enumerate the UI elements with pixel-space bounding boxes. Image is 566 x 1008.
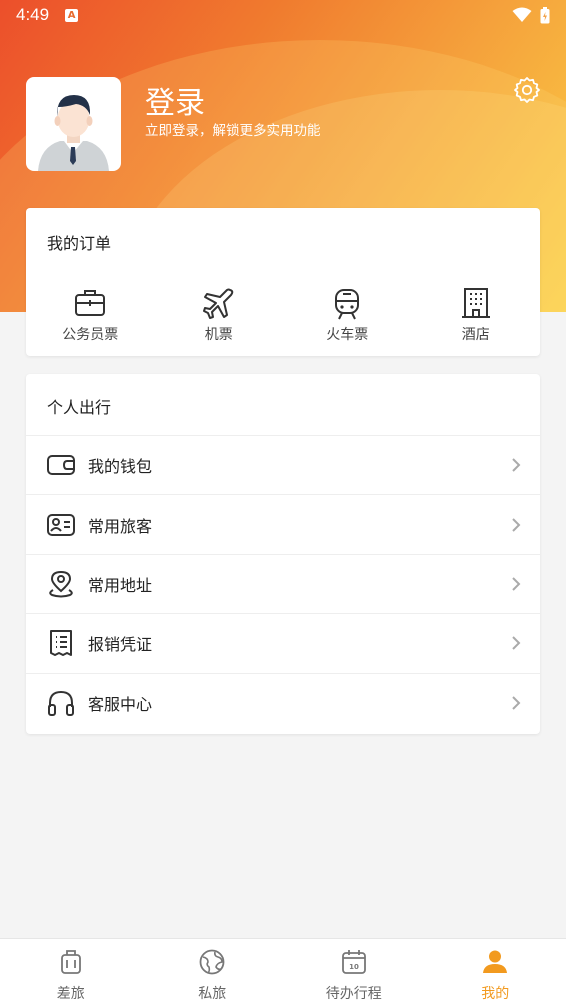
order-label: 火车票 bbox=[326, 327, 369, 343]
order-label: 公务员票 bbox=[62, 327, 119, 343]
order-item-official-ticket[interactable]: 公务员票 bbox=[26, 286, 155, 344]
tab-business-travel[interactable]: 差旅 bbox=[0, 939, 142, 1008]
bottom-tab-bar: 差旅 私旅 10 待办行程 我的 bbox=[0, 938, 566, 1008]
orders-card: 我的订单 公务员票 机票 火车票 酒店 bbox=[26, 208, 540, 356]
calendar-date: 10 bbox=[349, 963, 359, 971]
chevron-right-icon bbox=[512, 458, 521, 472]
list-item-wallet[interactable]: 我的钱包 bbox=[26, 435, 540, 494]
calendar-icon: 10 bbox=[341, 950, 366, 974]
list-item-receipts[interactable]: 报销凭证 bbox=[26, 613, 540, 672]
tab-label: 差旅 bbox=[56, 986, 85, 1002]
airplane-icon bbox=[202, 288, 234, 319]
luggage-icon bbox=[60, 950, 81, 974]
hotel-icon bbox=[461, 288, 490, 318]
order-label: 酒店 bbox=[461, 327, 490, 343]
tab-label: 待办行程 bbox=[325, 986, 382, 1002]
battery-icon bbox=[540, 6, 550, 23]
settings-button[interactable] bbox=[512, 75, 542, 105]
personal-card: 个人出行 我的钱包 常用旅客 常用地址 报销凭证 客服中心 bbox=[26, 374, 540, 734]
list-item-address[interactable]: 常用地址 bbox=[26, 553, 540, 613]
list-item-travelers[interactable]: 常用旅客 bbox=[26, 494, 540, 553]
chevron-right-icon bbox=[512, 517, 521, 532]
list-item-label: 我的钱包 bbox=[88, 457, 153, 477]
orders-title: 我的订单 bbox=[47, 234, 112, 253]
status-bar: 4:49 A bbox=[0, 0, 566, 30]
chevron-right-icon bbox=[512, 696, 521, 710]
gear-icon bbox=[514, 77, 540, 103]
tab-mine[interactable]: 我的 bbox=[425, 939, 566, 1008]
wallet-icon bbox=[47, 455, 75, 476]
login-title[interactable]: 登录 bbox=[145, 78, 205, 122]
status-time: 4:49 bbox=[16, 5, 50, 24]
chevron-right-icon bbox=[512, 577, 521, 591]
globe-icon bbox=[199, 949, 225, 975]
tab-private-travel[interactable]: 私旅 bbox=[142, 939, 284, 1008]
list-item-label: 常用旅客 bbox=[88, 516, 153, 536]
avatar[interactable] bbox=[26, 77, 121, 171]
briefcase-icon bbox=[75, 290, 106, 316]
order-item-hotel[interactable]: 酒店 bbox=[412, 286, 541, 344]
receipt-icon bbox=[50, 630, 72, 657]
order-label: 机票 bbox=[204, 327, 233, 343]
chevron-right-icon bbox=[512, 636, 521, 651]
person-icon bbox=[483, 950, 508, 973]
login-subtitle[interactable]: 立即登录，解锁更多实用功能 bbox=[145, 119, 321, 139]
train-icon bbox=[335, 289, 360, 320]
tab-pending-trips[interactable]: 10 待办行程 bbox=[283, 939, 425, 1008]
wifi-icon bbox=[512, 7, 532, 22]
order-item-flight[interactable]: 机票 bbox=[155, 286, 284, 344]
headset-icon bbox=[48, 690, 74, 716]
location-icon bbox=[49, 570, 73, 598]
id-card-icon bbox=[47, 513, 75, 536]
list-item-service[interactable]: 客服中心 bbox=[26, 672, 540, 732]
tab-label: 私旅 bbox=[198, 986, 227, 1002]
list-item-label: 常用地址 bbox=[88, 575, 153, 595]
list-item-label: 报销凭证 bbox=[88, 635, 153, 655]
personal-title: 个人出行 bbox=[47, 398, 112, 417]
notification-icon: A bbox=[65, 8, 79, 22]
order-item-train[interactable]: 火车票 bbox=[283, 286, 412, 344]
tab-label: 我的 bbox=[481, 986, 510, 1002]
user-avatar-icon bbox=[38, 95, 109, 171]
list-item-label: 客服中心 bbox=[88, 694, 153, 714]
